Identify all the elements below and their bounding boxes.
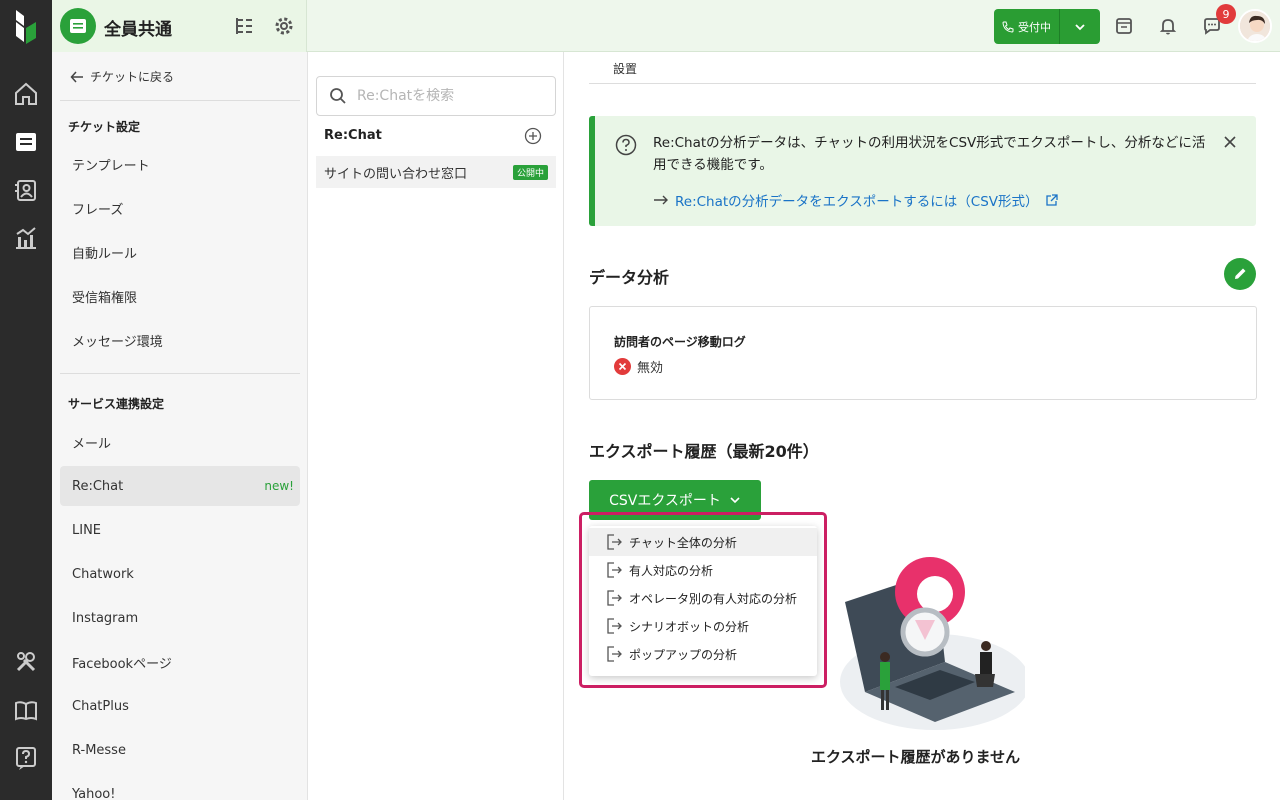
section-title-service-integration: サービス連携設定 [68,397,165,411]
menu-item-scenario-bot[interactable]: シナリオボットの分析 [589,612,817,640]
export-icon [607,562,622,578]
chevron-down-icon [730,497,740,504]
arrow-left-icon [70,70,83,83]
status-text: 受付中 [1018,20,1051,34]
phone-icon [1002,21,1014,33]
question-icon [615,134,637,156]
main-content: 設置 Re:Chatの分析データは、チャットの利用状況をCSV形式でエクスポート… [565,52,1280,800]
external-link-icon [1045,193,1058,206]
sidebar-item-mail[interactable]: メール [60,422,300,462]
menu-item-operator[interactable]: オペレータ別の有人対応の分析 [589,584,817,612]
manual-icon[interactable] [10,694,42,726]
export-icon [607,646,622,662]
sidebar-item-auto-rule[interactable]: 自動ルール [60,232,300,272]
info-text: Re:Chatの分析データは、チャットの利用状況をCSV形式でエクスポートし、分… [653,135,1206,173]
channel-list-title: Re:Chat [324,128,382,143]
sidebar-item-facebook[interactable]: Facebookページ [60,642,300,682]
info-banner: Re:Chatの分析データは、チャットの利用状況をCSV形式でエクスポートし、分… [589,116,1256,226]
top-bar: 全員共通 受付中 9 [52,0,1280,52]
chevron-down-icon [1075,23,1085,30]
menu-item-chat-overall[interactable]: チャット全体の分析 [589,528,817,556]
search-input[interactable] [357,88,537,104]
channel-list-panel: Re:Chat サイトの問い合わせ窓口 公開中 [308,52,564,800]
sidebar-item-rechat[interactable]: Re:Chat new! [60,466,300,506]
add-channel-icon[interactable] [524,127,542,145]
sidebar-item-yahoo[interactable]: Yahoo! [60,774,300,800]
home-icon[interactable] [10,78,42,110]
reception-status-label[interactable]: 受付中 [994,9,1060,44]
tab-bar: 設置 [589,52,1256,84]
status-dropdown-toggle[interactable] [1060,9,1100,44]
section-title-ticket-settings: チケット設定 [68,120,141,134]
notification-count-badge: 9 [1216,4,1236,24]
csv-export-menu: チャット全体の分析 有人対応の分析 オペレータ別の有人対応の分析 シナリオボット… [589,526,817,676]
status-badge: 公開中 [512,165,548,180]
csv-export-label: CSVエクスポート [609,493,721,509]
arrow-right-icon [654,195,668,205]
tools-icon[interactable] [10,646,42,678]
page-log-value: 無効 [614,357,663,376]
workspace-header: 全員共通 [52,0,307,52]
sidebar-item-chatplus[interactable]: ChatPlus [60,686,300,726]
app-logo-icon[interactable] [12,8,40,46]
empty-state-illustration [840,557,1025,730]
menu-item-popup[interactable]: ポップアップの分析 [589,640,817,668]
data-analysis-title: データ分析 [589,268,670,287]
disabled-icon [614,358,631,375]
new-badge: new! [264,479,294,493]
sidebar-item-template[interactable]: テンプレート [60,144,300,184]
contacts-icon[interactable] [10,174,42,206]
help-icon[interactable] [10,742,42,774]
divider [60,100,300,101]
gear-icon[interactable] [272,14,296,38]
reception-status-button[interactable]: 受付中 [994,9,1100,44]
analytics-icon[interactable] [10,222,42,254]
left-rail [0,0,52,800]
menu-item-manned[interactable]: 有人対応の分析 [589,556,817,584]
export-icon [607,618,622,634]
sidebar-item-instagram[interactable]: Instagram [60,598,300,638]
page-log-label: 訪問者のページ移動ログ [614,335,746,349]
export-help-link-text: Re:Chatの分析データをエクスポートするには（CSV形式） [675,194,1039,210]
sidebar-item-chatwork[interactable]: Chatwork [60,554,300,594]
close-icon[interactable] [1222,134,1238,150]
tab-setup[interactable]: 設置 [613,60,637,77]
empty-history-text: エクスポート履歴がありません [811,748,1021,766]
divider [60,373,300,374]
channel-item[interactable]: サイトの問い合わせ窓口 公開中 [316,156,556,188]
avatar[interactable] [1238,9,1272,43]
search-icon [330,88,346,104]
page-log-card: 訪問者のページ移動ログ 無効 [589,306,1257,400]
sidebar-item-inbox-permission[interactable]: 受信箱権限 [60,276,300,316]
ticket-icon[interactable] [10,126,42,158]
back-label: チケットに戻る [90,70,175,84]
export-icon [607,590,622,606]
sidebar-item-message-env[interactable]: メッセージ環境 [60,320,300,360]
sidebar-item-phrase[interactable]: フレーズ [60,188,300,228]
settings-sidebar: チケットに戻る チケット設定 テンプレート フレーズ 自動ルール 受信箱権限 メ… [52,52,308,800]
sidebar-item-r-messe[interactable]: R-Messe [60,730,300,770]
ticket-app-icon [60,8,96,44]
search-box[interactable] [316,76,556,116]
announcement-icon[interactable] [1112,14,1136,38]
export-history-title: エクスポート履歴（最新20件） [589,442,819,461]
workspace-title: 全員共通 [104,20,172,40]
export-help-link[interactable]: Re:Chatの分析データをエクスポートするには（CSV形式） [653,190,1058,210]
channel-item-name: サイトの問い合わせ窓口 [324,166,468,182]
pencil-icon [1235,268,1246,279]
edit-button[interactable] [1224,258,1256,290]
page-log-status: 無効 [637,361,664,376]
inbox-list-icon[interactable] [232,14,256,38]
back-to-tickets-link[interactable]: チケットに戻る [70,68,174,85]
bell-icon[interactable] [1156,14,1180,38]
sidebar-item-line[interactable]: LINE [60,510,300,550]
export-icon [607,534,622,550]
